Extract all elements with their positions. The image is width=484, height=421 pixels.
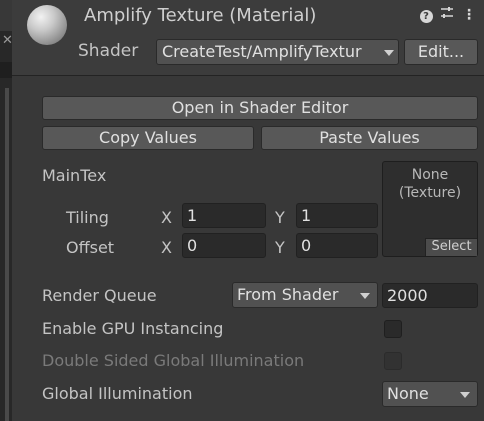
gpu-instancing-checkbox[interactable] xyxy=(384,320,402,338)
kebab-menu-icon[interactable]: ⋮ xyxy=(461,6,477,24)
paste-values-button[interactable]: Paste Values xyxy=(261,126,478,150)
gpu-instancing-label: Enable GPU Instancing xyxy=(42,319,224,338)
chevron-down-icon xyxy=(460,392,470,398)
scrollbar[interactable] xyxy=(5,88,9,421)
double-sided-gi-label: Double Sided Global Illumination xyxy=(42,351,305,370)
presets-icon[interactable] xyxy=(439,6,455,24)
tiling-y-field[interactable]: 1 xyxy=(296,203,378,228)
material-header: Amplify Texture (Material) ? ⋮ Shader Cr… xyxy=(12,0,484,76)
shader-dropdown[interactable]: CreateTest/AmplifyTextur xyxy=(156,39,399,65)
shader-dropdown-value: CreateTest/AmplifyTextur xyxy=(162,42,362,61)
help-icon[interactable]: ? xyxy=(418,6,434,24)
global-illumination-dropdown[interactable]: None xyxy=(382,381,478,407)
tiling-label: Tiling xyxy=(66,208,109,227)
adjacent-tab[interactable] xyxy=(0,0,12,31)
offset-y-field[interactable]: 0 xyxy=(296,233,378,258)
double-sided-gi-checkbox xyxy=(384,352,402,370)
material-preview-sphere-icon xyxy=(27,5,67,45)
offset-y-axis-label: Y xyxy=(275,238,285,257)
edit-shader-button[interactable]: Edit... xyxy=(404,39,478,65)
render-queue-label: Render Queue xyxy=(42,286,157,305)
texture-slot-text: None (Texture) xyxy=(383,166,477,202)
texture-select-button[interactable]: Select xyxy=(425,238,477,256)
sliders-icon xyxy=(441,7,453,18)
global-illumination-label: Global Illumination xyxy=(42,384,193,403)
texture-slot[interactable]: None (Texture) Select xyxy=(382,161,478,257)
material-title: Amplify Texture (Material) xyxy=(84,5,317,26)
shader-label: Shader xyxy=(78,41,139,61)
tiling-y-axis-label: Y xyxy=(275,208,285,227)
tiling-x-field[interactable]: 1 xyxy=(182,203,266,228)
render-queue-dropdown-value: From Shader xyxy=(237,285,339,304)
copy-values-button[interactable]: Copy Values xyxy=(42,126,254,150)
tiling-x-axis-label: X xyxy=(161,208,172,227)
adjacent-panel-divider xyxy=(0,62,12,78)
render-queue-value-field[interactable]: 2000 xyxy=(382,283,478,308)
texture-type-label: (Texture) xyxy=(398,185,462,201)
offset-x-field[interactable]: 0 xyxy=(182,233,266,258)
offset-x-axis-label: X xyxy=(161,238,172,257)
maintex-label: MainTex xyxy=(42,166,107,185)
adjacent-panel-edge: ✕ xyxy=(0,0,13,421)
chevron-down-icon xyxy=(384,50,394,56)
material-inspector: ✕ Amplify Texture (Material) ? ⋮ Shader … xyxy=(0,0,484,421)
open-shader-editor-button[interactable]: Open in Shader Editor xyxy=(42,96,478,120)
global-illumination-dropdown-value: None xyxy=(387,384,429,403)
chevron-down-icon xyxy=(360,293,370,299)
render-queue-dropdown[interactable]: From Shader xyxy=(232,282,378,308)
offset-label: Offset xyxy=(66,238,115,257)
texture-none-label: None xyxy=(411,167,449,183)
